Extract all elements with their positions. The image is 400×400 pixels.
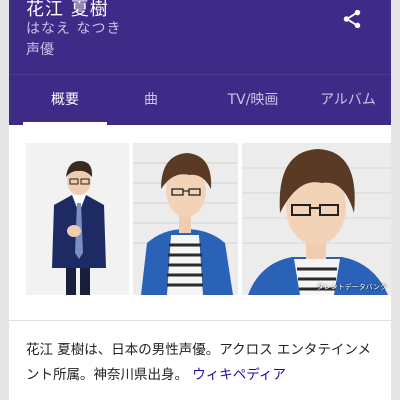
wikipedia-link[interactable]: ウィキペディア: [192, 367, 286, 383]
knowledge-panel: 花江 夏樹 はなえ なつき 声優 概要 曲 TV/映画 アルバム タレントデータ…: [9, 0, 391, 400]
section-divider: [9, 320, 391, 321]
entity-description: 花江 夏樹は、日本の男性声優。アクロス エンタテインメント所属。神奈川県出身。 …: [26, 338, 376, 388]
photo-watermark: タレントデータバンク: [316, 283, 387, 291]
tab-bar: 概要 曲 TV/映画 アルバム: [9, 74, 391, 125]
tab-albums[interactable]: アルバム: [305, 75, 391, 125]
entity-reading: はなえ なつき: [26, 21, 122, 37]
person-photo-3-image: [242, 143, 391, 295]
share-icon: [343, 9, 361, 29]
photo-2[interactable]: [133, 143, 238, 295]
tab-songs[interactable]: 曲: [119, 75, 183, 125]
tab-tv-movies[interactable]: TV/映画: [205, 75, 301, 125]
photo-1[interactable]: [26, 143, 129, 295]
entity-name: 花江 夏樹: [26, 0, 109, 20]
panel-header: 花江 夏樹 はなえ なつき 声優: [9, 0, 391, 74]
tab-overview[interactable]: 概要: [23, 75, 107, 125]
photo-3[interactable]: タレントデータバンク: [242, 143, 391, 295]
photo-carousel: タレントデータバンク: [26, 143, 391, 295]
person-photo-1-image: [26, 143, 129, 295]
share-button[interactable]: [339, 6, 365, 32]
person-photo-2-image: [133, 143, 238, 295]
entity-occupation: 声優: [26, 42, 54, 58]
